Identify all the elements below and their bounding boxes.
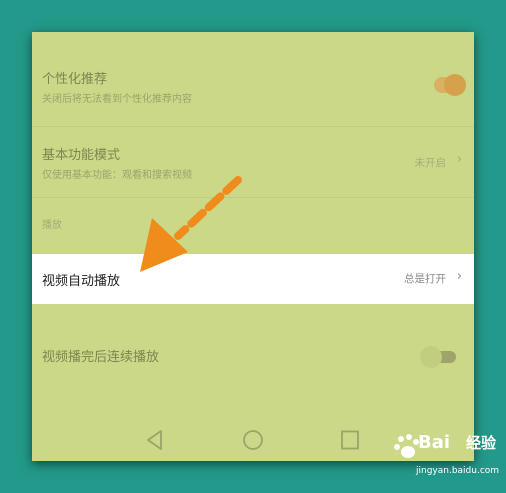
autoplay-title: 视频自动播放 [42, 274, 121, 289]
watermark-url: jingyan.baidu.com [416, 466, 500, 476]
watermark-brand: Bai 经验 [418, 432, 497, 453]
baidu-watermark: Bai 经验 jingyan.baidu.com [392, 432, 502, 488]
recents-icon[interactable] [339, 428, 361, 452]
personalized-title: 个性化推荐 [42, 72, 108, 87]
home-icon[interactable] [242, 428, 264, 452]
basic-mode-subtitle: 仅使用基本功能：观看和搜索视频 [42, 170, 192, 181]
chevron-right-icon: › [456, 152, 462, 167]
continuous-play-toggle[interactable] [420, 346, 456, 368]
section-label-play: 播放 [42, 220, 62, 231]
basic-mode-row[interactable]: 基本功能模式 仅使用基本功能：观看和搜索视频 未开启 › [32, 127, 474, 197]
personalized-toggle[interactable] [434, 74, 466, 96]
basic-mode-title: 基本功能模式 [42, 148, 121, 163]
watermark-brand-suffix: 经验 [466, 434, 497, 452]
chevron-right-icon: › [456, 269, 462, 284]
autoplay-value: 总是打开 [404, 273, 446, 285]
personalized-row[interactable]: 个性化推荐 关闭后将无法看到个性化推荐内容 [32, 32, 474, 122]
personalized-subtitle: 关闭后将无法看到个性化推荐内容 [42, 94, 192, 105]
continuous-play-title: 视频播完后连续播放 [42, 350, 160, 365]
toggle-knob [444, 74, 466, 96]
autoplay-row[interactable]: 视频自动播放 总是打开 › [32, 254, 474, 304]
back-icon[interactable] [144, 428, 166, 452]
basic-mode-value: 未开启 [414, 157, 447, 169]
continuous-play-row[interactable]: 视频播完后连续播放 [32, 304, 474, 404]
toggle-knob [420, 346, 442, 368]
settings-screen: 个性化推荐 关闭后将无法看到个性化推荐内容 基本功能模式 仅使用基本功能：观看和… [32, 32, 474, 461]
divider [32, 197, 474, 198]
